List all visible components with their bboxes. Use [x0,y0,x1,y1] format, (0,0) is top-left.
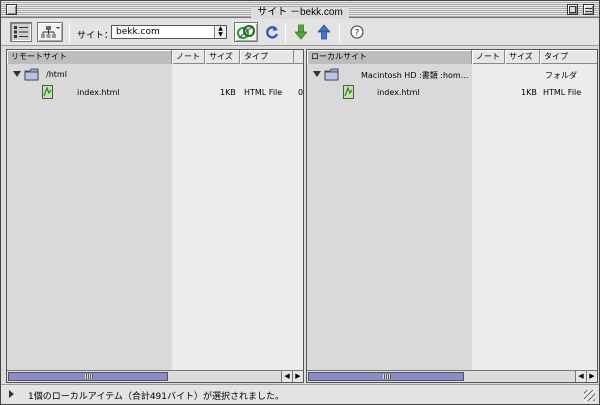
local-horizontal-scrollbar[interactable]: ◀ ▶ [307,370,597,382]
local-header: ローカルサイト ノート サイズ タイプ [307,50,597,64]
scroll-left-arrow-icon[interactable]: ◀ [575,371,586,382]
html-file-icon [343,85,354,99]
scroll-right-arrow-icon[interactable]: ▶ [586,371,597,382]
toolbar: サイト： bekk.com ▲ ▼ ? [1,19,599,46]
collapse-box[interactable] [583,4,594,15]
disclosure-triangle-icon[interactable] [313,71,321,77]
site-select-value: bekk.com [116,27,160,37]
column-header-type[interactable]: タイプ [540,50,597,64]
local-folder-type: フォルダ [545,71,577,80]
disclosure-triangle-icon[interactable] [13,71,21,77]
refresh-button[interactable] [263,23,281,41]
local-file-row[interactable]: index.html 1KB HTML File [307,84,597,101]
remote-file-extra: 0 [298,88,304,97]
title-bar[interactable]: サイト －bekk.com [1,1,599,18]
remote-file-size: 1KB [220,88,236,97]
window-title: サイト －bekk.com [1,3,599,18]
get-button[interactable] [292,23,310,41]
remote-header: リモートサイト ノート サイズ タイプ [7,50,303,64]
site-map-view-icon [41,26,60,38]
remote-file-name: index.html [77,88,120,97]
remote-folder-icon [24,68,39,81]
put-up-arrow-icon [318,24,330,40]
status-expand-triangle-icon[interactable] [9,390,14,398]
remote-folder-row[interactable]: /html [7,66,303,83]
status-bar: 1個のローカルアイテム（合計491バイト）が選択されました。 [1,384,599,404]
local-folder-name: Macintosh HD :書類 :hom... [361,71,469,80]
column-header-local-site[interactable]: ローカルサイト [307,50,472,64]
column-header-notes[interactable]: ノート [472,50,505,64]
remote-scroll-thumb[interactable] [8,372,168,381]
status-text: 1個のローカルアイテム（合計491バイト）が選択されました。 [28,392,285,402]
get-down-arrow-icon [295,24,307,40]
remote-horizontal-scrollbar[interactable]: ◀ ▶ [7,370,303,382]
scroll-right-arrow-icon[interactable]: ▶ [292,371,303,382]
put-button[interactable] [315,23,333,41]
local-file-type: HTML File [543,88,582,97]
html-file-icon [42,85,53,99]
connect-icon [237,25,255,39]
column-header-size[interactable]: サイズ [205,50,240,64]
column-header-notes[interactable]: ノート [172,50,205,64]
svg-text:?: ? [355,29,360,39]
refresh-icon [266,26,279,39]
site-map-view-button[interactable] [37,22,63,42]
column-header-type[interactable]: タイプ [240,50,294,64]
help-icon: ? [350,25,364,39]
column-header-size[interactable]: サイズ [505,50,540,64]
resize-grip-icon[interactable] [584,390,595,401]
remote-file-row[interactable]: index.html 1KB HTML File 0 [7,84,303,101]
local-file-name: index.html [377,88,420,97]
local-file-size: 1KB [521,88,537,97]
remote-folder-name: /html [46,70,67,79]
local-folder-icon [324,68,339,81]
select-arrows-icon: ▲ ▼ [214,26,226,38]
connect-button[interactable] [234,22,258,42]
column-header-remote-site[interactable]: リモートサイト [7,50,172,64]
local-scroll-thumb[interactable] [308,372,464,381]
local-folder-row[interactable]: Macintosh HD :書類 :hom... フォルダ [307,66,597,83]
site-select[interactable]: bekk.com ▲ ▼ [111,25,227,39]
local-site-pane[interactable]: ローカルサイト ノート サイズ タイプ Macintosh HD :書類 :ho… [306,49,598,383]
site-files-view-button[interactable] [10,22,32,42]
help-button[interactable]: ? [348,23,366,41]
site-window: サイト －bekk.com サイト： bekk.com ▲ ▼ ? リモートサイ… [0,0,600,405]
site-files-view-icon [14,26,28,38]
remote-site-pane[interactable]: リモートサイト ノート サイズ タイプ /html index.html 1KB… [6,49,304,383]
site-label: サイト： [77,31,114,41]
scroll-left-arrow-icon[interactable]: ◀ [281,371,292,382]
zoom-box[interactable] [567,4,578,15]
remote-file-type: HTML File [244,88,283,97]
